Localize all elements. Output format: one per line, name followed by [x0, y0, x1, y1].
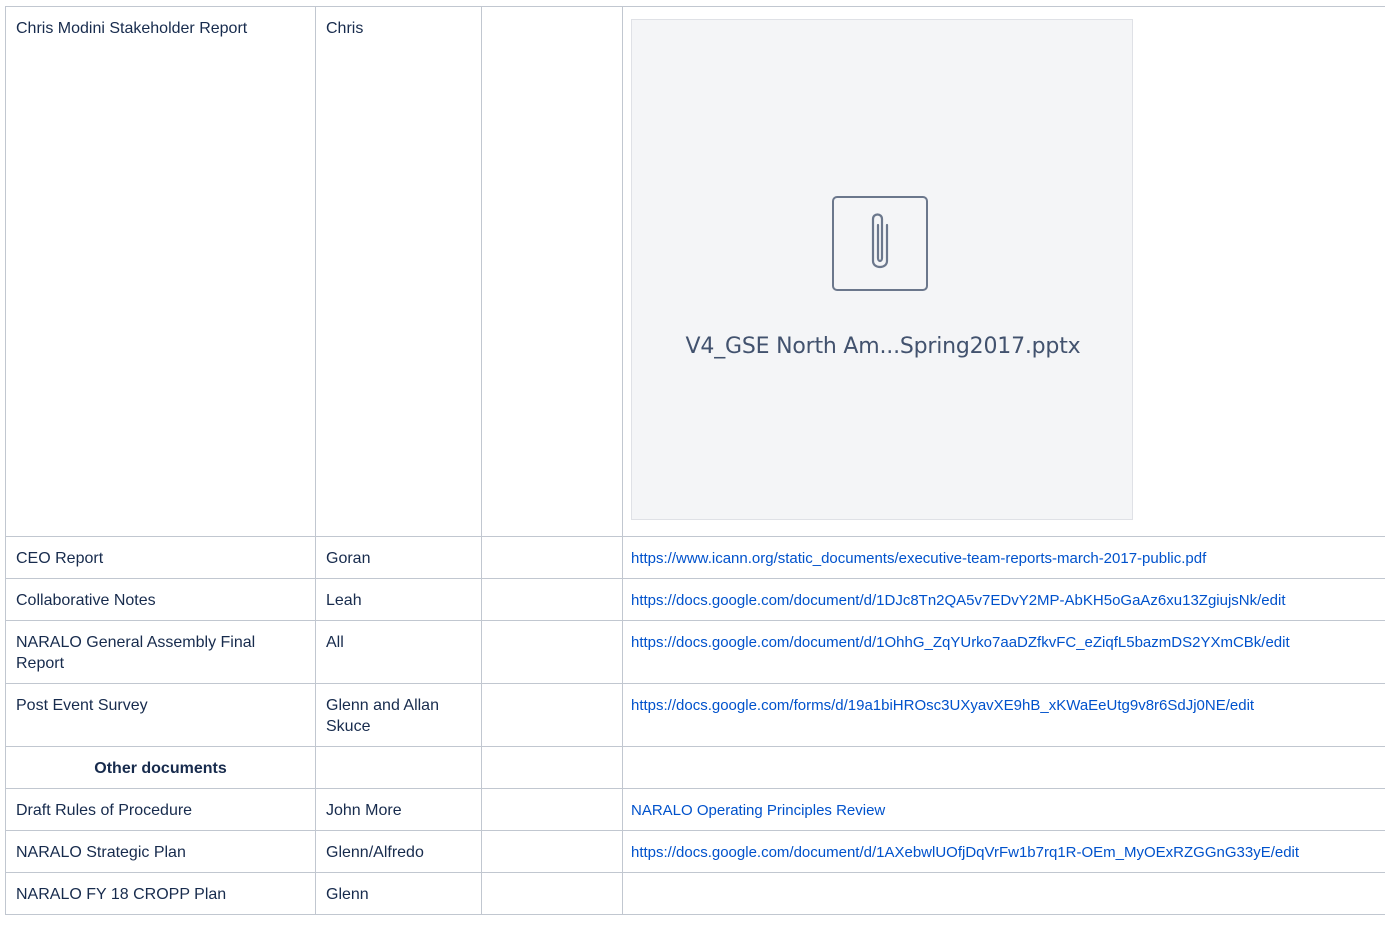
owner-cell: John More: [315, 788, 482, 831]
resource-cell: https://www.icann.org/static_documents/e…: [622, 536, 1385, 579]
item-cell: Draft Rules of Procedure: [5, 788, 316, 831]
owner-cell: Glenn: [315, 872, 482, 915]
table-row: NARALO General Assembly Final Report All…: [5, 620, 1385, 684]
item-cell: CEO Report: [5, 536, 316, 579]
table-row: Chris Modini Stakeholder Report Chris V4…: [5, 6, 1385, 537]
resource-cell: V4_GSE North Am...Spring2017.pptx: [622, 6, 1385, 537]
notes-cell: [481, 746, 623, 789]
table-row: NARALO FY 18 CROPP Plan Glenn: [5, 872, 1385, 915]
notes-cell: [481, 830, 623, 873]
owner-cell: Glenn and Allan Skuce: [315, 683, 482, 747]
item-cell: NARALO FY 18 CROPP Plan: [5, 872, 316, 915]
resource-cell: https://docs.google.com/document/d/1DJc8…: [622, 578, 1385, 621]
post-event-survey-link[interactable]: https://docs.google.com/forms/d/19a1biHR…: [631, 697, 1254, 714]
table-row: Other documents: [5, 746, 1385, 789]
item-cell: Chris Modini Stakeholder Report: [5, 6, 316, 537]
item-cell: Post Event Survey: [5, 683, 316, 747]
item-cell: Collaborative Notes: [5, 578, 316, 621]
final-report-link[interactable]: https://docs.google.com/document/d/1OhhG…: [631, 634, 1290, 651]
table-row: Collaborative Notes Leah https://docs.go…: [5, 578, 1385, 621]
owner-cell: [315, 746, 482, 789]
table-row: CEO Report Goran https://www.icann.org/s…: [5, 536, 1385, 579]
agenda-documents-table: Chris Modini Stakeholder Report Chris V4…: [5, 6, 1385, 915]
resource-cell: https://docs.google.com/document/d/1AXeb…: [622, 830, 1385, 873]
strategic-plan-link[interactable]: https://docs.google.com/document/d/1AXeb…: [631, 844, 1299, 861]
owner-cell: Goran: [315, 536, 482, 579]
notes-cell: [481, 578, 623, 621]
ceo-report-link[interactable]: https://www.icann.org/static_documents/e…: [631, 550, 1206, 567]
notes-cell: [481, 620, 623, 684]
resource-cell: https://docs.google.com/forms/d/19a1biHR…: [622, 683, 1385, 747]
paperclip-icon: [832, 196, 928, 291]
owner-cell: All: [315, 620, 482, 684]
notes-cell: [481, 788, 623, 831]
resource-cell: [622, 746, 1385, 789]
owner-cell: Leah: [315, 578, 482, 621]
notes-cell: [481, 683, 623, 747]
owner-cell: Chris: [315, 6, 482, 537]
table-row: Post Event Survey Glenn and Allan Skuce …: [5, 683, 1385, 747]
item-cell: NARALO Strategic Plan: [5, 830, 316, 873]
resource-cell: https://docs.google.com/document/d/1OhhG…: [622, 620, 1385, 684]
resource-cell: NARALO Operating Principles Review: [622, 788, 1385, 831]
section-heading: Other documents: [5, 746, 316, 789]
resource-cell: [622, 872, 1385, 915]
attachment-preview[interactable]: V4_GSE North Am...Spring2017.pptx: [631, 19, 1133, 520]
notes-cell: [481, 6, 623, 537]
owner-cell: Glenn/Alfredo: [315, 830, 482, 873]
notes-cell: [481, 536, 623, 579]
attachment-filename: V4_GSE North Am...Spring2017.pptx: [685, 334, 1081, 359]
paperclip-icon-glyph: [871, 212, 889, 268]
operating-principles-link[interactable]: NARALO Operating Principles Review: [631, 802, 885, 819]
collaborative-notes-link[interactable]: https://docs.google.com/document/d/1DJc8…: [631, 592, 1286, 609]
table-row: Draft Rules of Procedure John More NARAL…: [5, 788, 1385, 831]
notes-cell: [481, 872, 623, 915]
table-row: NARALO Strategic Plan Glenn/Alfredo http…: [5, 830, 1385, 873]
item-cell: NARALO General Assembly Final Report: [5, 620, 316, 684]
